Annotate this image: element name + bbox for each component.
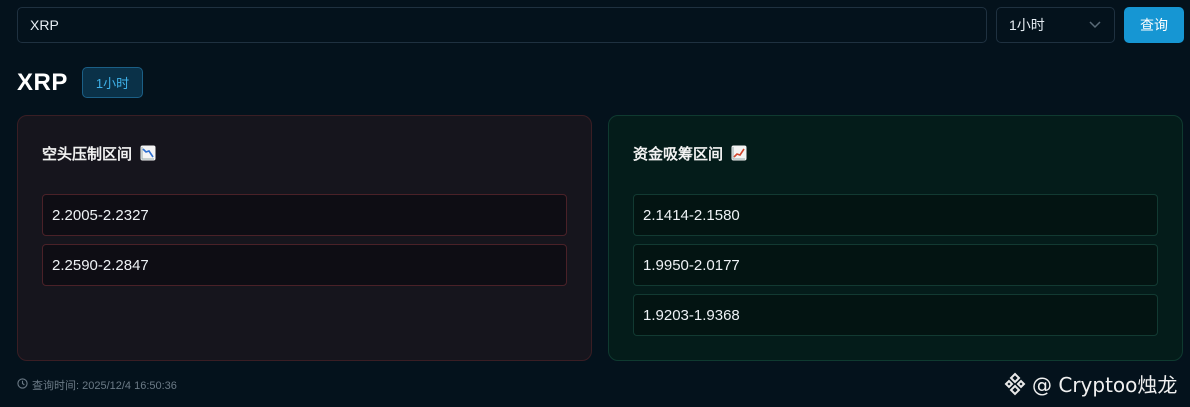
short-card-header: 空头压制区间 [42,142,567,164]
clock-icon [17,378,28,392]
query-timestamp: 查询时间: 2025/12/4 16:50:36 [17,377,177,393]
long-card-header: 资金吸筹区间 [633,142,1158,164]
timeframe-select-value: 1小时 [1009,17,1045,33]
long-card-title: 资金吸筹区间 [633,145,724,163]
timeframe-badge: 1小时 [81,67,144,98]
page-title: XRP [17,68,68,96]
long-range-item: 2.1414-2.1580 [633,194,1158,236]
query-timestamp-text: 查询时间: 2025/12/4 16:50:36 [32,380,177,392]
short-pressure-card: 空头压制区间 2.2005-2.2327 2.2590-2.2847 [17,115,592,361]
long-range-item: 1.9203-1.9368 [633,294,1158,336]
short-card-title: 空头压制区间 [42,145,133,163]
chart-increasing-icon [731,145,747,161]
watermark-text: @ Cryptoo烛龙 [1032,373,1178,397]
short-range-item: 2.2005-2.2327 [42,194,567,236]
long-range-item: 1.9950-2.0177 [633,244,1158,286]
watermark: @ Cryptoo烛龙 [1002,369,1177,398]
accumulation-card: 资金吸筹区间 2.1414-2.1580 1.9950-2.0177 1.920… [608,115,1183,361]
search-bar: 1小时 查询 [17,7,1184,43]
chevron-down-icon [1088,18,1102,32]
short-range-item: 2.2590-2.2847 [42,244,567,286]
timeframe-select[interactable]: 1小时 [996,7,1115,43]
chart-decreasing-icon [140,145,156,161]
page-header: XRP 1小时 [17,67,144,98]
binance-logo-icon [1002,371,1028,397]
search-input[interactable] [17,7,987,43]
query-button[interactable]: 查询 [1124,7,1184,43]
